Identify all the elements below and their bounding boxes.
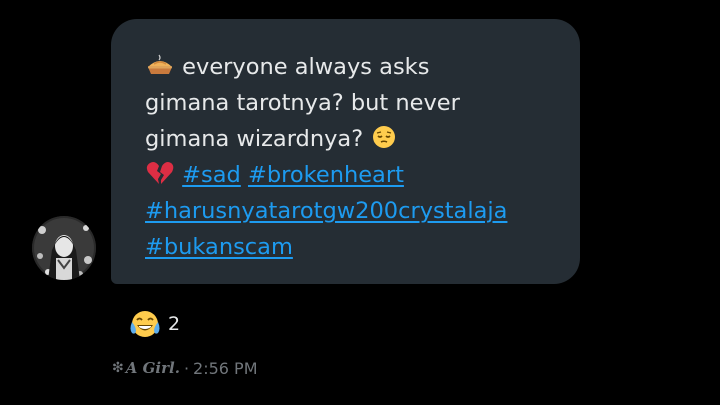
meta-separator: · [183,358,190,378]
message-line-1: everyone always asks [145,49,565,85]
message-line-6: #bukanscam [145,229,565,265]
message-line-2: gimana tarotnya? but never [145,85,565,121]
message-line-3-text: gimana wizardnya? [145,126,364,152]
sender-name[interactable]: A Girl. [126,359,180,377]
dm-conversation: everyone always asks gimana tarotnya? bu… [0,0,720,405]
hashtag-harusnyatarotgw200crystalaja[interactable]: #harusnyatarotgw200crystalaja [145,198,507,224]
message-time: 2:56 PM [193,358,258,378]
message-line-3: gimana wizardnya? [145,121,565,157]
tears-of-joy-icon [130,311,160,337]
message-line-4: #sad #brokenheart [145,157,565,193]
broken-heart-icon [146,162,174,184]
sender-prefix: ❇ [112,360,124,376]
message-line-2-text: gimana tarotnya? but never [145,90,460,116]
avatar[interactable] [32,216,96,280]
reaction-count: 2 [168,313,181,335]
message-line-5: #harusnyatarotgw200crystalaja [145,193,565,229]
pie-icon [148,54,172,74]
pensive-face-icon [373,126,396,148]
reaction-pill[interactable]: 2 [128,307,180,341]
hashtag-brokenheart[interactable]: #brokenheart [248,162,404,188]
avatar-image [32,216,96,280]
message-meta: ❇ A Girl. · 2:56 PM [112,356,258,380]
message-line-1-text: everyone always asks [182,54,430,80]
hashtag-sad[interactable]: #sad [182,162,241,188]
message-text: everyone always asks gimana tarotnya? bu… [145,49,565,265]
hashtag-bukanscam[interactable]: #bukanscam [145,234,293,260]
message-bubble[interactable]: everyone always asks gimana tarotnya? bu… [111,19,580,284]
